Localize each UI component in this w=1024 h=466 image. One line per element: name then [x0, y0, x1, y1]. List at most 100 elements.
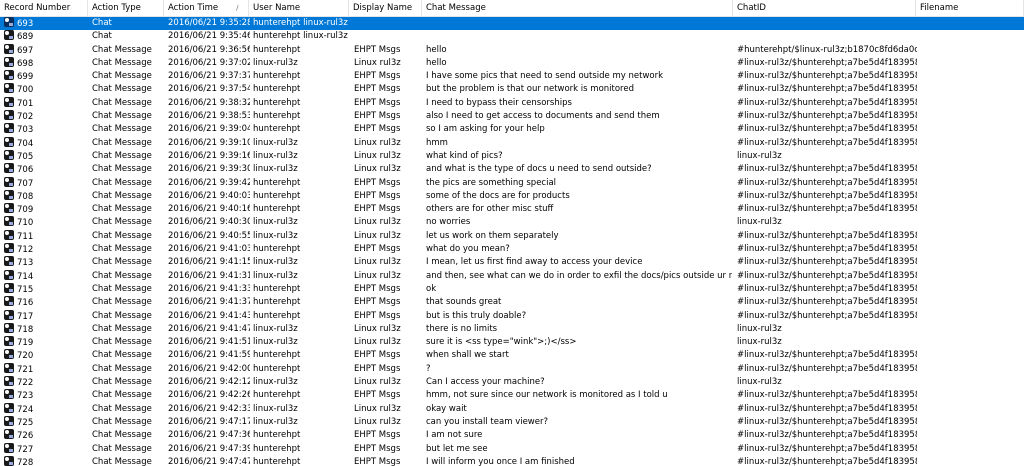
chat-id-cell: #linux-rul3z/$hunterehpt;a7be5d4f1839585… [737, 57, 917, 68]
table-row[interactable]: 693 Chat 2016/06/21 9:35:28 hunterehpt linu… [0, 17, 1024, 31]
table-row[interactable]: 704 Chat Message 2016/06/21 9:39:10 linux-r… [0, 136, 1024, 150]
chat-id-cell: #linux-rul3z/$hunterehpt;a7be5d4f1839585… [737, 283, 917, 294]
table-row[interactable]: 721 Chat Message 2016/06/21 9:42:00 huntere… [0, 362, 1024, 376]
column-header-display-name[interactable]: Display Name [349, 0, 422, 16]
chat-message-cell: I have some pics that need to send outsi… [426, 71, 664, 82]
table-row[interactable]: 706 Chat Message 2016/06/21 9:39:30 linux-r… [0, 163, 1024, 176]
table-row[interactable]: 701 Chat Message 2016/06/21 9:38:32 huntere… [0, 96, 1024, 110]
table-row[interactable]: 713 Chat Message 2016/06/21 9:41:15 linux-r… [0, 256, 1024, 269]
filename-cell [920, 216, 1020, 229]
contact-icon [4, 163, 14, 174]
column-header-action-time[interactable]: Action Time ∕ [164, 0, 249, 16]
display-name-cell: EHPT Msgs [354, 124, 401, 135]
table-row[interactable]: 719 Chat Message 2016/06/21 9:41:51 linux-r… [0, 336, 1024, 349]
chat-id-cell: linux-rul3z [737, 337, 782, 348]
contact-icon [4, 389, 14, 400]
chat-id-cell: #linux-rul3z/$hunterehpt;a7be5d4f1839585… [737, 190, 917, 201]
chat-id-cell: #linux-rul3z/$hunterehpt;a7be5d4f1839585… [737, 230, 917, 241]
record-number-cell: 706 [4, 163, 86, 176]
chat-id-cell: #linux-rul3z/$hunterehpt;a7be5d4f1839585… [737, 390, 917, 401]
table-row[interactable]: 715 Chat Message 2016/06/21 9:41:33 huntere… [0, 282, 1024, 296]
table-row[interactable]: 728 Chat Message 2016/06/21 9:47:47 huntere… [0, 455, 1024, 466]
column-header-user-name[interactable]: User Name [249, 0, 349, 16]
table-row[interactable]: 707 Chat Message 2016/06/21 9:39:42 huntere… [0, 176, 1024, 190]
table-row[interactable]: 699 Chat Message 2016/06/21 9:37:37 huntere… [0, 70, 1024, 83]
table-row[interactable]: 723 Chat Message 2016/06/21 9:42:26 huntere… [0, 389, 1024, 402]
action-type-cell: Chat [92, 31, 112, 42]
table-row[interactable]: 702 Chat Message 2016/06/21 9:38:53 huntere… [0, 110, 1024, 123]
display-name-cell: Linux rul3z [354, 323, 401, 334]
record-number-text: 723 [17, 391, 34, 402]
table-row[interactable]: 705 Chat Message 2016/06/21 9:39:16 linux-r… [0, 149, 1024, 163]
table-row[interactable]: 724 Chat Message 2016/06/21 9:42:33 linux-r… [0, 402, 1024, 416]
chat-message-cell: no worries [426, 217, 471, 228]
contact-icon [4, 96, 14, 107]
action-time-cell: 2016/06/21 9:37:37 [168, 71, 250, 82]
filename-cell [920, 83, 1020, 96]
chat-id-cell: #linux-rul3z/$hunterehpt;a7be5d4f1839585… [737, 350, 917, 361]
display-name-cell: Linux rul3z [354, 337, 401, 348]
action-time-cell: 2016/06/21 9:42:33 [168, 403, 250, 414]
table-row[interactable]: 726 Chat Message 2016/06/21 9:47:36 huntere… [0, 429, 1024, 442]
chat-id-cell: #linux-rul3z/$hunterehpt;a7be5d4f1839585… [737, 363, 917, 374]
record-number-cell: 703 [4, 123, 86, 136]
chat-records-grid[interactable]: Record Number Action Type Action Time ∕ U… [0, 0, 1024, 466]
table-row[interactable]: 718 Chat Message 2016/06/21 9:41:47 linux-r… [0, 322, 1024, 336]
column-header-filename[interactable]: Filename [916, 0, 1024, 16]
action-type-cell: Chat Message [92, 456, 152, 466]
table-row[interactable]: 703 Chat Message 2016/06/21 9:39:04 huntere… [0, 123, 1024, 136]
column-header-label: Chat Message [426, 3, 486, 13]
contact-icon [4, 123, 14, 134]
display-name-cell: EHPT Msgs [354, 456, 401, 466]
table-row[interactable]: 698 Chat Message 2016/06/21 9:37:02 linux-r… [0, 56, 1024, 70]
display-name-cell: Linux rul3z [354, 137, 401, 148]
action-type-cell: Chat Message [92, 310, 152, 321]
chat-message-cell: what do you mean? [426, 244, 510, 255]
table-row[interactable]: 710 Chat Message 2016/06/21 9:40:30 linux-r… [0, 216, 1024, 229]
action-time-cell: 2016/06/21 9:40:03 [168, 190, 250, 201]
column-header-record-number[interactable]: Record Number [0, 0, 88, 16]
column-header-row: Record Number Action Type Action Time ∕ U… [0, 0, 1024, 17]
filename-cell [920, 123, 1020, 136]
table-row[interactable]: 722 Chat Message 2016/06/21 9:42:12 linux-r… [0, 376, 1024, 389]
record-number-text: 706 [17, 165, 34, 176]
chat-id-cell: #linux-rul3z/$hunterehpt;a7be5d4f1839585… [737, 403, 917, 414]
display-name-cell: Linux rul3z [354, 377, 401, 388]
chat-message-cell: what kind of pics? [426, 150, 503, 161]
table-row[interactable]: 716 Chat Message 2016/06/21 9:41:37 huntere… [0, 296, 1024, 309]
action-type-cell: Chat Message [92, 44, 152, 55]
table-row[interactable]: 709 Chat Message 2016/06/21 9:40:16 huntere… [0, 203, 1024, 216]
table-row[interactable]: 720 Chat Message 2016/06/21 9:41:59 huntere… [0, 349, 1024, 362]
contact-icon [4, 243, 14, 254]
chat-message-cell: hmm, not sure since our network is monit… [426, 390, 668, 401]
table-row[interactable]: 712 Chat Message 2016/06/21 9:41:03 huntere… [0, 243, 1024, 256]
contact-icon [4, 402, 14, 413]
column-header-action-type[interactable]: Action Type [88, 0, 164, 16]
table-row[interactable]: 714 Chat Message 2016/06/21 9:41:31 linux-r… [0, 269, 1024, 283]
contact-icon [4, 70, 14, 81]
table-row[interactable]: 689 Chat 2016/06/21 9:35:46 hunterehpt linu… [0, 30, 1024, 43]
table-row[interactable]: 711 Chat Message 2016/06/21 9:40:55 linux-r… [0, 229, 1024, 243]
action-type-cell: Chat Message [92, 337, 152, 348]
table-row[interactable]: 727 Chat Message 2016/06/21 9:47:39 huntere… [0, 442, 1024, 456]
table-row[interactable]: 697 Chat Message 2016/06/21 9:36:56 huntere… [0, 43, 1024, 57]
record-number-text: 724 [17, 404, 34, 415]
table-row[interactable]: 717 Chat Message 2016/06/21 9:41:43 huntere… [0, 309, 1024, 323]
display-name-cell: EHPT Msgs [354, 71, 401, 82]
column-header-label: Action Type [92, 3, 141, 13]
table-row[interactable]: 725 Chat Message 2016/06/21 9:47:17 linux-r… [0, 415, 1024, 429]
table-row[interactable]: 700 Chat Message 2016/06/21 9:37:54 huntere… [0, 83, 1024, 96]
record-number-cell: 689 [4, 30, 86, 43]
record-number-cell: 711 [4, 229, 86, 243]
record-number-text: 717 [17, 311, 34, 322]
column-header-chat-id[interactable]: ChatID [733, 0, 916, 16]
display-name-cell: Linux rul3z [354, 270, 401, 281]
action-time-cell: 2016/06/21 9:41:33 [168, 283, 250, 294]
column-header-chat-message[interactable]: Chat Message [422, 0, 733, 16]
contact-icon [4, 203, 14, 214]
display-name-cell: EHPT Msgs [354, 350, 401, 361]
sort-ascending-icon: ∕ [236, 4, 239, 12]
table-row[interactable]: 708 Chat Message 2016/06/21 9:40:03 huntere… [0, 189, 1024, 203]
display-name-cell: Linux rul3z [354, 416, 401, 427]
action-time-cell: 2016/06/21 9:42:26 [168, 390, 250, 401]
